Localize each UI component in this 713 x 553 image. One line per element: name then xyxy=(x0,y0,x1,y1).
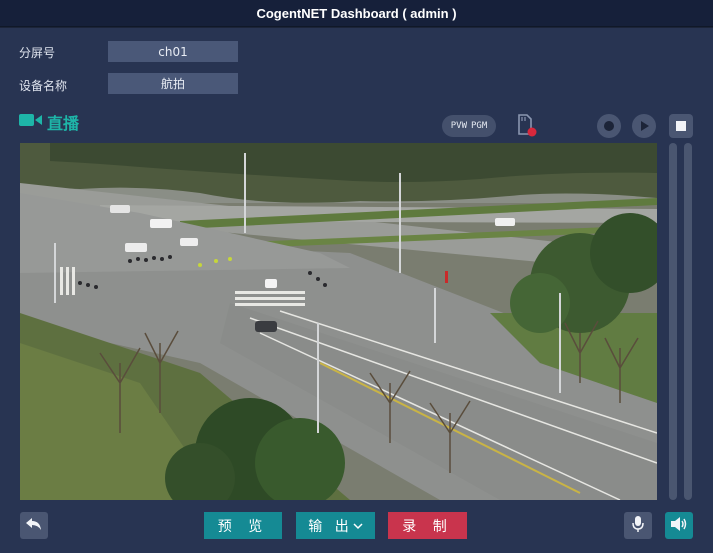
live-video-feed[interactable] xyxy=(20,143,657,500)
live-label: 直播 xyxy=(47,114,80,133)
screen-number-field[interactable]: ch01 xyxy=(108,41,238,62)
pgm-label: PGM xyxy=(471,121,488,131)
output-dropdown-button[interactable]: 输 出 xyxy=(296,512,375,539)
right-volume-meter xyxy=(684,143,692,500)
live-indicator: 直播 xyxy=(19,110,79,134)
window-title: CogentNET Dashboard ( admin ) xyxy=(0,0,713,27)
output-label: 输 出 xyxy=(308,518,353,535)
stop-button[interactable] xyxy=(669,114,693,138)
play-button[interactable] xyxy=(632,114,656,138)
video-camera-icon xyxy=(19,112,43,132)
play-icon xyxy=(638,117,650,136)
chevron-down-icon xyxy=(353,518,363,534)
record-dot-button[interactable] xyxy=(597,114,621,138)
back-arrow-icon xyxy=(25,516,43,535)
microphone-button[interactable] xyxy=(624,512,652,539)
back-button[interactable] xyxy=(20,512,48,539)
device-name-field[interactable]: 航拍 xyxy=(108,73,238,94)
speaker-icon xyxy=(670,516,688,536)
pvw-label: PVW xyxy=(450,121,467,131)
screen-number-label: 分屏号 xyxy=(19,46,56,60)
pvw-pgm-toggle[interactable]: PVW PGM xyxy=(442,115,496,137)
aerial-intersection-image xyxy=(20,143,657,500)
stop-icon xyxy=(675,117,687,136)
sd-card-error-icon[interactable] xyxy=(516,114,538,142)
record-button[interactable]: 录 制 xyxy=(388,512,467,539)
preview-button[interactable]: 预 览 xyxy=(204,512,282,539)
microphone-icon xyxy=(631,515,645,537)
device-name-label: 设备名称 xyxy=(19,79,68,93)
left-volume-meter xyxy=(669,143,677,500)
record-dot-icon xyxy=(603,117,615,136)
speaker-button[interactable] xyxy=(665,512,693,539)
